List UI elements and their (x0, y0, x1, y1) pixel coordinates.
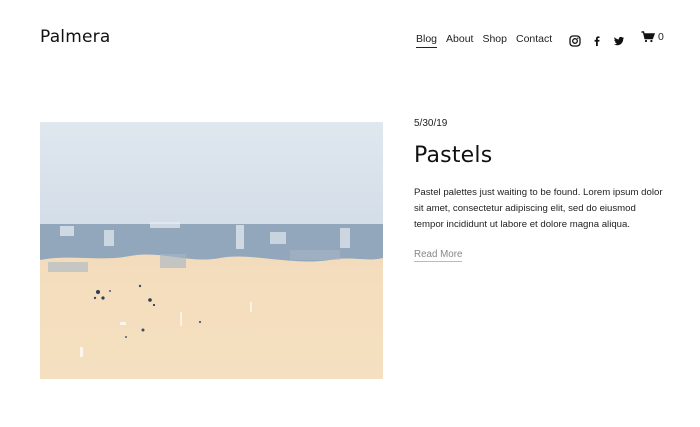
main-nav: Blog About Shop Contact (416, 32, 561, 48)
blog-post: 5/30/19 Pastels Pastel palettes just wai… (414, 118, 664, 262)
post-excerpt: Pastel palettes just waiting to be found… (414, 187, 663, 230)
cart-button[interactable]: 0 (641, 31, 664, 43)
read-more-link[interactable]: Read More (414, 249, 463, 262)
site-header: Palmera Blog About Shop Contact 0 (0, 0, 700, 80)
twitter-icon[interactable] (613, 32, 625, 46)
cart-count: 0 (658, 31, 664, 43)
social-links (569, 32, 635, 47)
facebook-icon[interactable] (591, 32, 603, 46)
instagram-icon[interactable] (569, 32, 581, 47)
post-featured-image[interactable] (40, 122, 383, 379)
nav-item-about[interactable]: About (446, 32, 473, 48)
post-date: 5/30/19 (414, 118, 448, 129)
cart-icon (641, 31, 655, 43)
nav-item-contact[interactable]: Contact (516, 32, 552, 48)
nav-item-blog[interactable]: Blog (416, 32, 438, 48)
site-logo[interactable]: Palmera (40, 27, 110, 47)
post-title[interactable]: Pastels (414, 143, 664, 168)
nav-item-shop[interactable]: Shop (482, 32, 507, 48)
